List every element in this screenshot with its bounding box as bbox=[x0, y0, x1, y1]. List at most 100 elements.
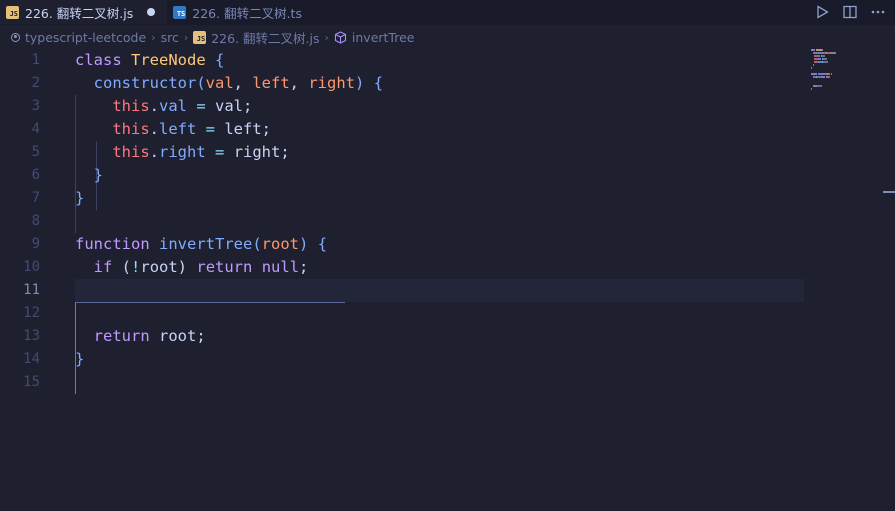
minimap-line bbox=[811, 85, 839, 87]
breadcrumb-symbol[interactable]: invertTree bbox=[334, 29, 415, 45]
code-token: ; bbox=[299, 258, 309, 276]
code-line[interactable] bbox=[75, 279, 803, 302]
line-number[interactable]: 14 bbox=[0, 348, 48, 371]
line-number[interactable]: 6 bbox=[0, 164, 48, 187]
code-line[interactable]: class TreeNode { bbox=[75, 49, 803, 72]
code-line[interactable]: this.val = val; bbox=[75, 95, 803, 118]
code-token: = bbox=[215, 143, 225, 161]
breadcrumb-symbol-label: invertTree bbox=[351, 29, 415, 45]
minimap[interactable] bbox=[803, 49, 895, 511]
code-token: root) bbox=[140, 258, 197, 276]
chevron-right-icon: › bbox=[151, 30, 156, 44]
minimap-token bbox=[811, 88, 812, 90]
code-line[interactable]: } bbox=[75, 164, 803, 187]
breadcrumb: typescript-leetcode › src › JS 226. 翻转二叉… bbox=[0, 25, 895, 49]
line-number[interactable]: 3 bbox=[0, 95, 48, 118]
code-line[interactable]: } bbox=[75, 348, 803, 371]
minimap-line bbox=[811, 64, 839, 66]
code-area[interactable]: class TreeNode { constructor(val, left, … bbox=[75, 49, 803, 394]
code-token: ( bbox=[252, 235, 262, 253]
line-number[interactable]: 13 bbox=[0, 325, 48, 348]
tab-label: 226. 翻转二叉树.js bbox=[25, 5, 134, 21]
line-number[interactable]: 5 bbox=[0, 141, 48, 164]
code-token: . bbox=[149, 97, 159, 115]
code-token: val; bbox=[205, 97, 253, 115]
breadcrumb-file[interactable]: JS 226. 翻转二叉树.js bbox=[193, 28, 320, 47]
minimap-line bbox=[811, 67, 839, 69]
chevron-right-icon: › bbox=[324, 30, 329, 44]
line-number[interactable]: 7 bbox=[0, 187, 48, 210]
line-number[interactable]: 1 bbox=[0, 49, 48, 72]
line-number-gutter[interactable]: 1 2 3 4 5 6 7 8 9 10 11 12 13 14 15 bbox=[0, 49, 56, 394]
code-line[interactable] bbox=[75, 302, 803, 325]
repo-icon bbox=[11, 32, 20, 42]
cube-icon bbox=[334, 30, 346, 44]
run-icon[interactable] bbox=[816, 5, 829, 19]
minimap-line bbox=[811, 52, 839, 54]
minimap-line bbox=[811, 91, 839, 93]
code-token: , bbox=[289, 74, 309, 92]
line-number[interactable]: 12 bbox=[0, 302, 48, 325]
code-line[interactable] bbox=[75, 210, 803, 233]
minimap-token bbox=[822, 49, 823, 51]
code-token: val bbox=[205, 74, 234, 92]
code-token: right; bbox=[224, 143, 290, 161]
breadcrumb-subfolder-label: src bbox=[160, 29, 179, 45]
line-number[interactable]: 4 bbox=[0, 118, 48, 141]
code-token: left bbox=[252, 74, 290, 92]
code-token: if bbox=[93, 258, 113, 276]
minimap-token bbox=[823, 61, 829, 63]
split-editor-icon[interactable] bbox=[843, 5, 857, 19]
code-token: right bbox=[159, 143, 206, 161]
tab-label: 226. 翻转二叉树.ts bbox=[192, 5, 302, 21]
minimap-token bbox=[817, 73, 826, 75]
code-token: root bbox=[261, 235, 299, 253]
code-token: . bbox=[149, 143, 159, 161]
code-line[interactable] bbox=[75, 371, 803, 394]
more-icon[interactable] bbox=[871, 10, 885, 14]
minimap-line bbox=[811, 58, 839, 60]
minimap-token bbox=[822, 58, 827, 60]
code-token: ! bbox=[131, 258, 141, 276]
tab-ts-file[interactable]: TS 226. 翻转二叉树.ts bbox=[167, 0, 310, 24]
code-line[interactable]: return root; bbox=[75, 325, 803, 348]
editor-actions bbox=[816, 0, 885, 24]
line-number[interactable]: 10 bbox=[0, 256, 48, 279]
code-line[interactable]: this.left = left; bbox=[75, 118, 803, 141]
minimap-line bbox=[811, 88, 839, 90]
code-token: , bbox=[233, 74, 253, 92]
code-line[interactable]: if (!root) return null; bbox=[75, 256, 803, 279]
line-number[interactable]: 8 bbox=[0, 210, 48, 233]
code-token: val bbox=[159, 97, 187, 115]
breadcrumb-folder-label: typescript-leetcode bbox=[25, 29, 147, 45]
line-number[interactable]: 2 bbox=[0, 72, 48, 95]
code-line[interactable]: this.right = right; bbox=[75, 141, 803, 164]
scroll-position-indicator[interactable] bbox=[883, 191, 895, 193]
code-line[interactable]: function invertTree(root) { bbox=[75, 233, 803, 256]
minimap-line bbox=[811, 55, 839, 57]
code-token: right bbox=[308, 74, 356, 92]
code-token: function bbox=[75, 235, 150, 253]
line-number[interactable]: 11 bbox=[0, 279, 48, 302]
minimap-line bbox=[811, 73, 839, 75]
line-number[interactable]: 9 bbox=[0, 233, 48, 256]
code-editor[interactable]: 1 2 3 4 5 6 7 8 9 10 11 12 13 14 15 class TreeNode { c… bbox=[0, 49, 895, 511]
breadcrumb-folder[interactable]: typescript-leetcode bbox=[11, 30, 146, 45]
tab-js-file[interactable]: JS 226. 翻转二叉树.js bbox=[0, 0, 168, 24]
breadcrumb-subfolder[interactable]: src bbox=[161, 30, 179, 45]
code-line[interactable]: constructor(val, left, right) { bbox=[75, 72, 803, 95]
javascript-file-icon: JS bbox=[6, 5, 19, 19]
code-line[interactable]: } bbox=[75, 187, 803, 210]
minimap-line bbox=[811, 76, 839, 78]
unsaved-dot-icon[interactable] bbox=[147, 8, 156, 16]
code-token: return bbox=[93, 327, 150, 345]
line-number[interactable]: 15 bbox=[0, 371, 48, 394]
